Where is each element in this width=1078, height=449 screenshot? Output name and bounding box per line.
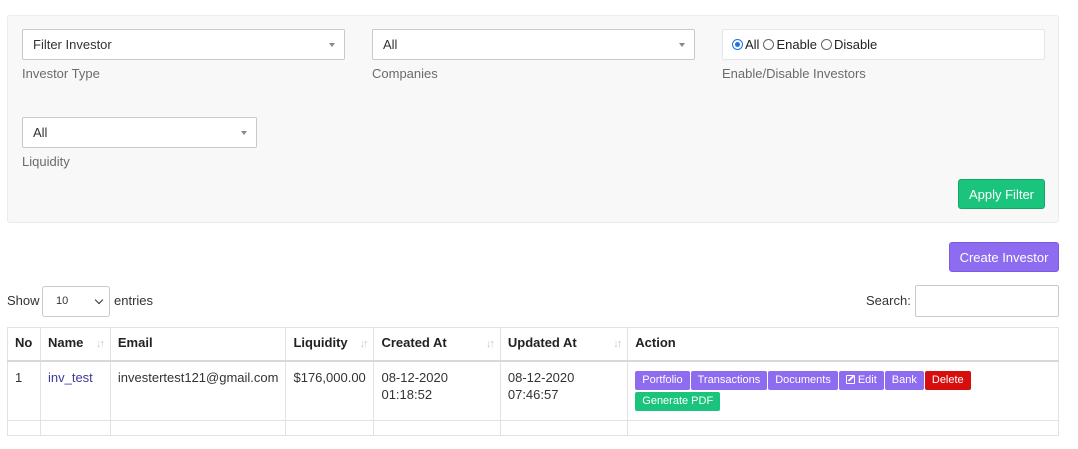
col-email: Email [109, 327, 287, 362]
caret-down-icon [241, 131, 247, 135]
search-input[interactable] [915, 285, 1059, 317]
companies-select[interactable]: All [372, 29, 695, 60]
caret-down-icon [679, 43, 685, 47]
sort-icon: ↓↑ [95, 338, 105, 350]
search-label: Search: [866, 293, 911, 308]
page-length-value: 10 [56, 295, 69, 307]
liquidity-value: All [33, 125, 48, 140]
radio-disable[interactable]: Disable [820, 37, 878, 52]
sort-icon: ↓↑ [613, 338, 622, 350]
delete-button[interactable]: Delete [924, 370, 971, 390]
investor-name-link[interactable]: inv_test [48, 370, 93, 385]
transactions-button[interactable]: Transactions [690, 370, 768, 390]
show-label: Show [7, 293, 40, 308]
generate-pdf-button[interactable]: Generate PDF [635, 391, 721, 411]
edit-button[interactable]: Edit [838, 370, 884, 390]
cell-name: inv_test [39, 360, 111, 421]
investor-type-value: Filter Investor [33, 37, 112, 52]
cell-updated-at: 08-12-2020 07:46:57 [499, 360, 629, 421]
col-liquidity[interactable]: Liquidity ↓↑ [285, 327, 375, 362]
enable-disable-label: Enable/Disable Investors [722, 66, 866, 81]
documents-button[interactable]: Documents [768, 370, 838, 390]
companies-value: All [383, 37, 398, 52]
liquidity-label: Liquidity [22, 154, 70, 169]
radio-enable-label: Enable [776, 37, 817, 52]
radio-checked-icon [732, 39, 743, 50]
sort-icon: ↓↑ [359, 338, 368, 350]
sort-icon: ↓↑ [485, 338, 495, 350]
radio-enable[interactable]: Enable [763, 37, 817, 52]
cell-email: investertest121@gmail.com [109, 360, 287, 421]
enable-disable-radio-group: All Enable Disable [722, 29, 1045, 60]
col-created-at[interactable]: Created At ↓↑ [373, 327, 501, 362]
table-header-row: No Name ↓↑ Email Liquidity ↓↑ Created At ↓↑… [7, 327, 1059, 362]
cell-created-at: 08-12-2020 01:18:52 [373, 360, 501, 421]
col-updated-at[interactable]: Updated At ↓↑ [499, 327, 629, 362]
radio-all[interactable]: All [732, 37, 759, 52]
radio-disable-label: Disable [833, 37, 878, 52]
col-no: No [7, 327, 41, 362]
edit-icon [845, 374, 855, 384]
table-row: 1 inv_test investertest121@gmail.com $17… [7, 360, 1059, 421]
col-action: Action [627, 327, 1059, 362]
radio-unchecked-icon [763, 39, 775, 50]
updated-date: 08-12-2020 [507, 369, 575, 385]
radio-all-label: All [745, 37, 760, 52]
caret-down-icon [329, 43, 335, 47]
companies-label: Companies [372, 66, 438, 81]
radio-unchecked-icon [820, 39, 832, 50]
chevron-down-icon [94, 295, 104, 305]
table-row-empty [7, 419, 1059, 436]
updated-time: 07:46:57 [507, 386, 559, 402]
investors-table: No Name ↓↑ Email Liquidity ↓↑ Created At ↓↑… [7, 327, 1059, 436]
portfolio-button[interactable]: Portfolio [635, 370, 690, 390]
col-name[interactable]: Name ↓↑ [39, 327, 111, 362]
liquidity-select[interactable]: All [22, 117, 257, 148]
investor-type-label: Investor Type [22, 66, 100, 81]
cell-liquidity: $176,000.00 [285, 360, 375, 421]
investor-type-select[interactable]: Filter Investor [22, 29, 345, 60]
create-investor-button[interactable]: Create Investor [949, 242, 1059, 272]
page-length-select[interactable]: 10 [42, 286, 110, 317]
entries-label: entries [114, 293, 154, 308]
cell-no: 1 [7, 360, 41, 421]
apply-filter-button[interactable]: Apply Filter [958, 179, 1045, 209]
bank-button[interactable]: Bank [884, 370, 924, 390]
created-time: 01:18:52 [381, 386, 433, 402]
created-date: 08-12-2020 [381, 369, 448, 385]
cell-actions: Portfolio Transactions Documents Edit Bank De… [627, 360, 1059, 421]
